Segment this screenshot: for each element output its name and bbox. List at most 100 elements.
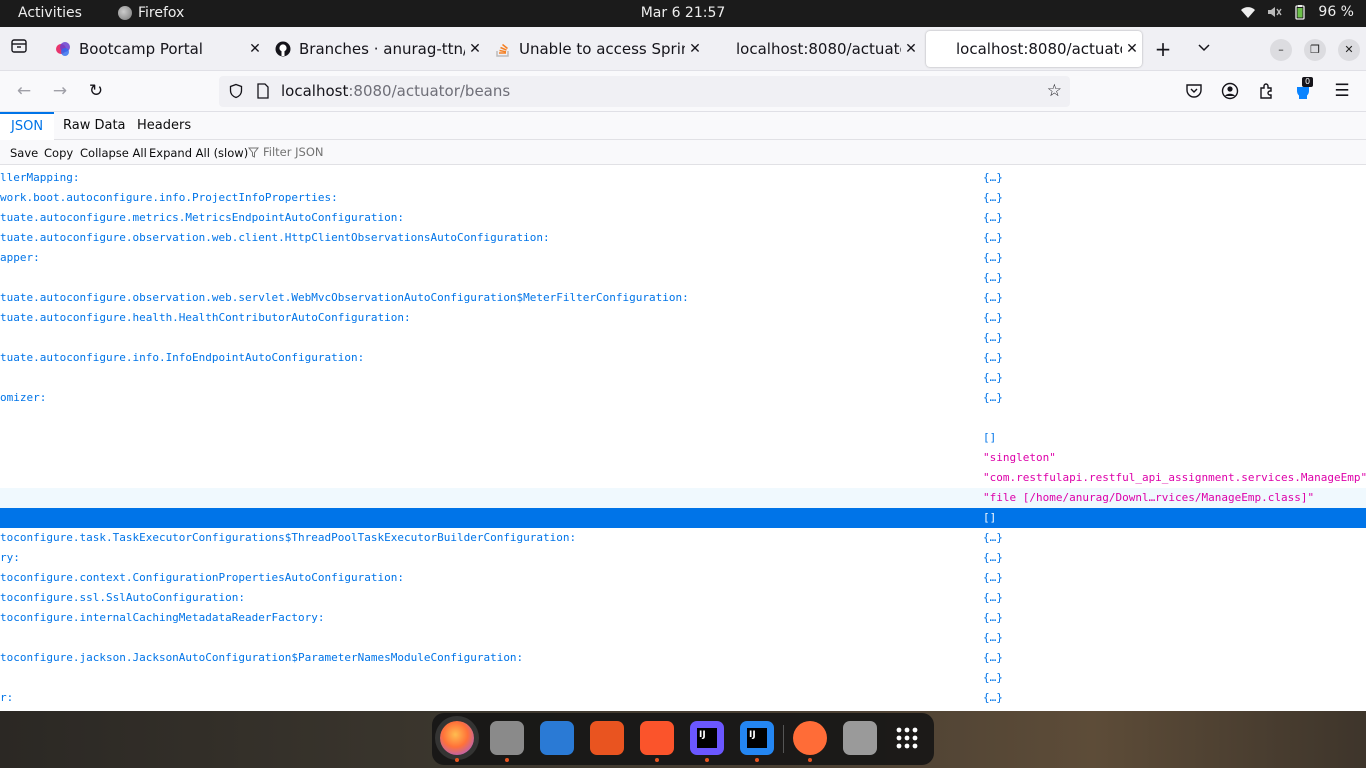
list-all-tabs-button[interactable]	[1192, 37, 1216, 61]
json-row[interactable]: r: {…}	[0, 688, 1366, 708]
app-center-icon[interactable]	[590, 721, 624, 755]
close-window-button[interactable]: ✕	[1338, 39, 1360, 61]
json-key: tuate.autoconfigure.observation.web.serv…	[0, 291, 689, 304]
tab-headers[interactable]: Headers	[126, 112, 202, 140]
json-value: {…}	[983, 651, 1003, 664]
json-row[interactable]: {…}	[0, 368, 1366, 388]
running-indicator	[808, 758, 812, 762]
json-row[interactable]: work.boot.autoconfigure.info.ProjectInfo…	[0, 188, 1366, 208]
json-value: {…}	[983, 591, 1003, 604]
json-row[interactable]: llerMapping: {…}	[0, 168, 1366, 188]
minimize-button[interactable]: –	[1270, 39, 1292, 61]
text-editor-icon[interactable]	[540, 721, 574, 755]
account-icon[interactable]	[1221, 82, 1239, 100]
expand-all-button[interactable]: Expand All (slow)	[149, 146, 248, 160]
tab-close-icon[interactable]: ✕	[901, 41, 921, 57]
app-menu[interactable]: Firefox	[118, 5, 184, 21]
json-value: {…}	[983, 191, 1003, 204]
tab-close-icon[interactable]: ✕	[245, 41, 265, 57]
files-icon[interactable]	[490, 721, 524, 755]
stackoverflow-icon	[496, 43, 509, 57]
firefox-view-button[interactable]	[7, 37, 31, 61]
json-row[interactable]: []	[0, 508, 1366, 528]
json-value: {…}	[983, 631, 1003, 644]
system-tray[interactable]: 96 %	[1240, 4, 1354, 20]
tracking-shield-icon[interactable]	[228, 83, 244, 99]
json-row[interactable]: toconfigure.ssl.SslAutoConfiguration: {…}	[0, 588, 1366, 608]
firefox-app-icon	[118, 6, 132, 20]
app-menu-label: Firefox	[138, 5, 185, 21]
json-row[interactable]: {…}	[0, 628, 1366, 648]
back-button[interactable]: ←	[13, 80, 35, 102]
json-row[interactable]: "com.restfulapi.restful_api_assignment.s…	[0, 468, 1366, 488]
firefox-view-icon	[11, 39, 27, 53]
tab-actuator-active[interactable]: localhost:8080/actuator/ ✕	[926, 31, 1142, 67]
postman-icon[interactable]	[793, 721, 827, 755]
json-row[interactable]: ry: {…}	[0, 548, 1366, 568]
json-row[interactable]: tuate.autoconfigure.observation.web.serv…	[0, 288, 1366, 308]
forward-button[interactable]: →	[49, 80, 71, 102]
json-value: {…}	[983, 291, 1003, 304]
copy-button[interactable]: Copy	[44, 146, 73, 160]
json-row[interactable]: apper: {…}	[0, 248, 1366, 268]
json-row[interactable]	[0, 408, 1366, 428]
json-row[interactable]: tuate.autoconfigure.info.InfoEndpointAut…	[0, 348, 1366, 368]
json-row[interactable]: {…}	[0, 668, 1366, 688]
volume-muted-icon	[1268, 7, 1283, 17]
reload-icon: ↻	[88, 81, 104, 101]
url-text[interactable]: localhost:8080/actuator/beans	[281, 82, 510, 100]
json-key: apper:	[0, 251, 40, 264]
collapse-all-button[interactable]: Collapse All	[80, 146, 147, 160]
brave-icon[interactable]	[640, 721, 674, 755]
tab-stackoverflow[interactable]: Unable to access Spring ✕	[485, 31, 705, 67]
filter-json-input[interactable]: Filter JSON	[248, 145, 323, 159]
tab-github-branches[interactable]: Branches · anurag-ttn/Sp ✕	[265, 31, 485, 67]
reload-button[interactable]: ↻	[85, 80, 107, 102]
json-value: []	[983, 511, 997, 524]
tab-actuator-1[interactable]: localhost:8080/actuator ✕	[726, 31, 921, 67]
json-row[interactable]: omizer: {…}	[0, 388, 1366, 408]
tab-raw-data[interactable]: Raw Data	[52, 112, 137, 140]
json-key: r:	[0, 691, 14, 704]
json-key: omizer:	[0, 391, 47, 404]
extension-button[interactable]: 0	[1294, 77, 1314, 102]
app-grid-icon[interactable]	[890, 721, 924, 755]
json-row[interactable]: "file [/home/anurag/Downl…rvices/ManageE…	[0, 488, 1366, 508]
new-tab-button[interactable]: +	[1151, 37, 1175, 61]
bookmark-star-icon[interactable]: ☆	[1047, 81, 1062, 101]
json-row[interactable]: toconfigure.internalCachingMetadataReade…	[0, 608, 1366, 628]
minimize-icon: –	[1278, 43, 1284, 56]
pocket-icon[interactable]	[1185, 82, 1203, 100]
page-info-icon[interactable]	[256, 83, 270, 99]
intellij-ce-icon[interactable]: IJ	[740, 721, 774, 755]
tab-close-icon[interactable]: ✕	[685, 41, 705, 57]
tab-close-icon[interactable]: ✕	[1122, 41, 1142, 57]
json-row[interactable]: "singleton"	[0, 448, 1366, 468]
json-row[interactable]: toconfigure.jackson.JacksonAutoConfigura…	[0, 648, 1366, 668]
extensions-icon[interactable]	[1258, 82, 1276, 100]
json-value: {…}	[983, 231, 1003, 244]
json-row[interactable]: []	[0, 428, 1366, 448]
json-row[interactable]: tuate.autoconfigure.observation.web.clie…	[0, 228, 1366, 248]
url-bar[interactable]: localhost:8080/actuator/beans ☆	[219, 76, 1070, 107]
json-row[interactable]: tuate.autoconfigure.health.HealthContrib…	[0, 308, 1366, 328]
intellij-icon[interactable]: IJ	[690, 721, 724, 755]
json-row[interactable]: {…}	[0, 328, 1366, 348]
json-key: toconfigure.ssl.SslAutoConfiguration:	[0, 591, 246, 604]
tab-json[interactable]: JSON	[0, 112, 55, 140]
json-row[interactable]: toconfigure.task.TaskExecutorConfigurati…	[0, 528, 1366, 548]
save-button[interactable]: Save	[10, 146, 38, 160]
trash-icon[interactable]	[843, 721, 877, 755]
app-menu-button[interactable]: ☰	[1331, 80, 1353, 102]
tab-close-icon[interactable]: ✕	[465, 41, 485, 57]
json-key: tuate.autoconfigure.info.InfoEndpointAut…	[0, 351, 365, 364]
maximize-button[interactable]: ❐	[1304, 39, 1326, 61]
firefox-icon[interactable]	[440, 721, 474, 755]
tab-title: Unable to access Spring	[519, 40, 685, 58]
json-row[interactable]: {…}	[0, 268, 1366, 288]
json-row[interactable]: tuate.autoconfigure.metrics.MetricsEndpo…	[0, 208, 1366, 228]
clock[interactable]: Mar 6 21:57	[0, 5, 1366, 21]
tab-bootcamp-portal[interactable]: Bootcamp Portal ✕	[45, 31, 265, 67]
json-row[interactable]: toconfigure.context.ConfigurationPropert…	[0, 568, 1366, 588]
activities-button[interactable]: Activities	[18, 5, 82, 21]
